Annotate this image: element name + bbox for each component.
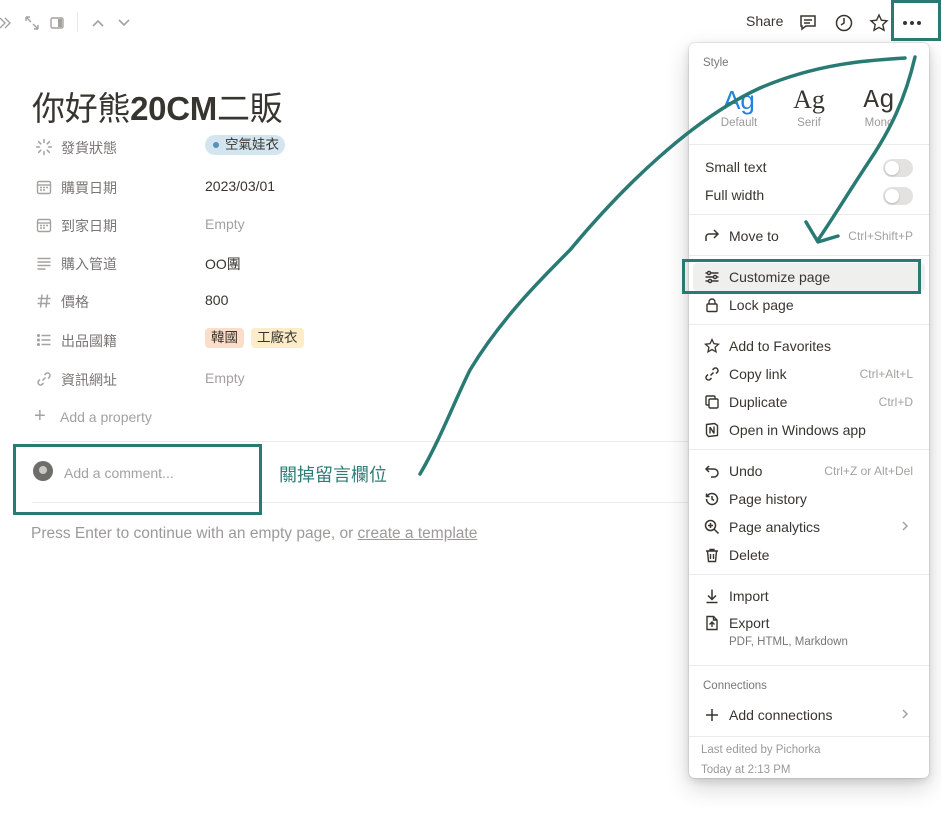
arrow-more-to-customize [816,55,917,242]
arrow-comment-to-more [418,56,907,476]
annotation-arrows [418,55,917,476]
